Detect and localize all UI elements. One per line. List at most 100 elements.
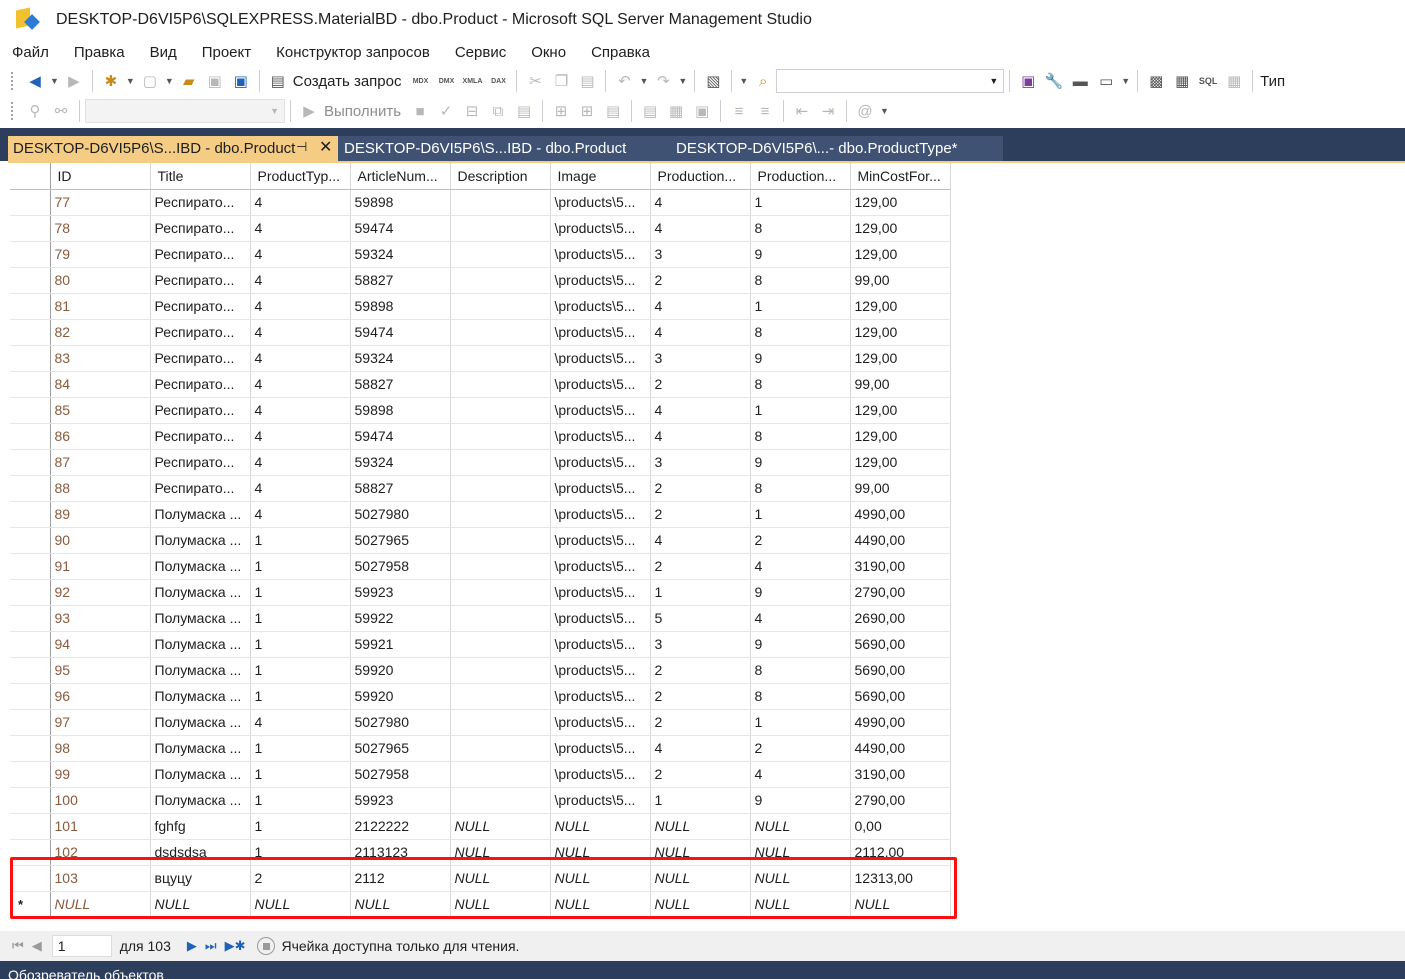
grid-cell[interactable]: 4990,00 [850,501,951,528]
grid-cell[interactable]: 1 [250,527,351,554]
grid-cell[interactable]: 9 [750,345,851,372]
grid-cell[interactable]: \products\5... [550,293,651,320]
grid-cell[interactable]: \products\5... [550,605,651,632]
toolbar-grip[interactable] [10,101,14,121]
grid-cell[interactable]: 2 [750,527,851,554]
grid-cell[interactable]: 5690,00 [850,683,951,710]
grid-cell[interactable]: 1 [250,579,351,606]
grid-cell[interactable]: 1 [750,189,851,216]
grid-cell[interactable] [450,735,551,762]
table-row[interactable]: 84 Респирато... 4 58827 \products\5... 2 8 99,0… [10,371,951,398]
grid-cell[interactable]: \products\5... [550,657,651,684]
grid-cell[interactable]: 1 [250,605,351,632]
grid-cell[interactable]: 4 [250,345,351,372]
grid-cell[interactable]: 93 [50,605,151,632]
grid-cell[interactable]: \products\5... [550,579,651,606]
row-selector[interactable] [10,813,51,840]
row-selector[interactable] [10,189,51,216]
row-selector[interactable] [10,709,51,736]
grid-cell[interactable]: 2 [650,683,751,710]
grid-cell[interactable]: NULL [550,865,651,892]
grid-cell[interactable]: 94 [50,631,151,658]
command-window-icon[interactable]: ▭ [1095,70,1117,92]
grid-cell[interactable]: \products\5... [550,787,651,814]
grid-cell[interactable]: fghfg [150,813,251,840]
add-item-dropdown-icon[interactable]: ▼ [165,76,174,86]
grid-cell[interactable]: 2 [650,371,751,398]
undo-icon[interactable]: ↶ [613,70,635,92]
grid-cell[interactable]: \products\5... [550,683,651,710]
grid-cell[interactable]: 95 [50,657,151,684]
grid-cell[interactable]: 1 [250,735,351,762]
grid-cell[interactable] [450,449,551,476]
grid-cell[interactable]: \products\5... [550,631,651,658]
grid-cell[interactable]: 87 [50,449,151,476]
increase-indent-icon[interactable]: ⇥ [817,100,839,122]
grid-cell[interactable]: NULL [550,891,651,918]
grid-cell[interactable]: 129,00 [850,215,951,242]
grid-cell[interactable]: NULL [650,865,751,892]
grid-cell[interactable]: 4 [250,215,351,242]
grid-cell[interactable]: \products\5... [550,527,651,554]
grid-cell[interactable]: 2 [650,761,751,788]
table-row[interactable]: 91 Полумаска ... 1 5027958 \products\5... 2 4 3… [10,553,951,580]
grid-cell[interactable]: 4 [650,527,751,554]
grid-cell[interactable]: 99,00 [850,267,951,294]
grid-cell[interactable]: NULL [850,891,951,918]
grid-cell[interactable]: 59898 [350,397,451,424]
grid-cell[interactable]: 1 [750,293,851,320]
row-selector[interactable] [10,683,51,710]
grid-cell[interactable]: Респирато... [150,397,251,424]
table-row[interactable]: 94 Полумаска ... 1 59921 \products\5... 3 9 569… [10,631,951,658]
row-selector[interactable] [10,605,51,632]
grid-cell[interactable]: 1 [250,813,351,840]
table-row[interactable]: 96 Полумаска ... 1 59920 \products\5... 2 8 569… [10,683,951,710]
activity-monitor-icon[interactable]: ▧ [702,70,724,92]
grid-cell[interactable] [450,683,551,710]
grid-cell[interactable]: Респирато... [150,215,251,242]
grid-cell[interactable]: Респирато... [150,319,251,346]
grid-cell[interactable]: Респирато... [150,293,251,320]
grid-cell[interactable]: 1 [250,761,351,788]
grid-cell[interactable]: 90 [50,527,151,554]
grid-cell[interactable]: 9 [750,631,851,658]
row-selector[interactable] [10,579,51,606]
column-header[interactable]: ID [50,163,151,190]
grid-cell[interactable]: 4 [250,189,351,216]
grid-cell[interactable]: Респирато... [150,345,251,372]
grid-cell[interactable] [450,631,551,658]
grid-cell[interactable]: 59898 [350,189,451,216]
grid-cell[interactable]: Полумаска ... [150,761,251,788]
table-row[interactable]: 81 Респирато... 4 59898 \products\5... 4 1 129,… [10,293,951,320]
grid-cell[interactable]: \products\5... [550,215,651,242]
grid-cell[interactable]: 0,00 [850,813,951,840]
grid-cell[interactable]: 4 [250,475,351,502]
grid-cell[interactable]: 2 [650,501,751,528]
grid-cell[interactable]: 129,00 [850,345,951,372]
grid-cell[interactable]: 4 [750,761,851,788]
grid-cell[interactable]: 89 [50,501,151,528]
grid-cell[interactable]: 3 [650,631,751,658]
row-selector[interactable] [10,241,51,268]
search-combo[interactable]: ▼ [776,69,1005,93]
grid-cell[interactable]: 86 [50,423,151,450]
grid-cell[interactable]: \products\5... [550,371,651,398]
grid-cell[interactable]: 4 [750,605,851,632]
row-selector[interactable] [10,397,51,424]
grid-cell[interactable]: 1 [250,657,351,684]
grid-cell[interactable]: 4 [650,423,751,450]
grid-cell[interactable]: NULL [450,839,551,866]
grid-cell[interactable] [450,371,551,398]
template-params-icon[interactable]: @ [854,100,876,122]
grid-cell[interactable]: 79 [50,241,151,268]
results-pane-icon[interactable]: ▦ [1223,70,1245,92]
grid-cell[interactable] [450,397,551,424]
grid-cell[interactable]: 8 [750,475,851,502]
column-header[interactable]: ProductTyp... [250,163,351,190]
grid-cell[interactable]: Полумаска ... [150,735,251,762]
grid-cell[interactable]: Респирато... [150,449,251,476]
grid-cell[interactable]: 59923 [350,579,451,606]
grid-cell[interactable]: 59324 [350,241,451,268]
row-selector[interactable] [10,423,51,450]
grid-cell[interactable] [450,475,551,502]
